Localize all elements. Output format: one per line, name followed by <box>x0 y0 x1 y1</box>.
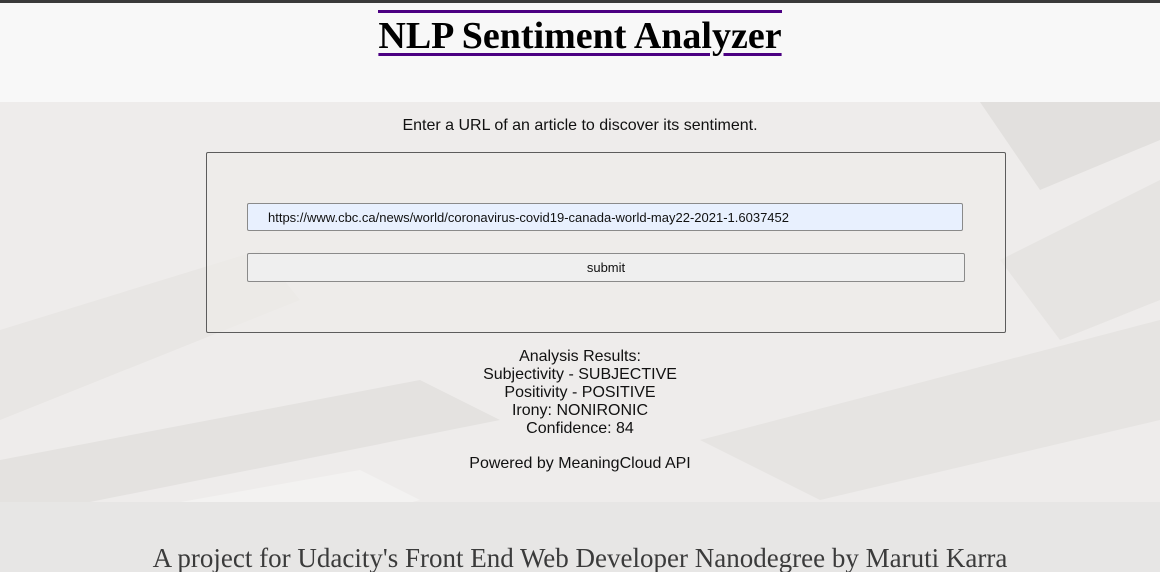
positivity-result: Positivity - POSITIVE <box>504 384 656 401</box>
submit-button[interactable]: submit <box>247 253 965 282</box>
analysis-results: Analysis Results: Subjectivity - SUBJECT… <box>0 348 1160 438</box>
confidence-result: Confidence: 84 <box>526 420 634 437</box>
irony-result: Irony: NONIRONIC <box>511 402 648 419</box>
powered-by-text: Powered by MeaningCloud API <box>469 455 691 472</box>
results-heading: Analysis Results: <box>519 348 641 365</box>
page-title: NLP Sentiment Analyzer <box>378 10 782 58</box>
page-footer: A project for Udacity's Front End Web De… <box>0 502 1160 572</box>
footer-text: A project for Udacity's Front End Web De… <box>152 543 1008 572</box>
instruction-text: Enter a URL of an article to discover it… <box>402 117 758 134</box>
url-input[interactable] <box>247 203 963 231</box>
subjectivity-result: Subjectivity - SUBJECTIVE <box>483 366 677 383</box>
page-header: NLP Sentiment Analyzer <box>0 3 1160 102</box>
main-content: Enter a URL of an article to discover it… <box>0 102 1160 502</box>
url-form: submit <box>206 152 1006 333</box>
